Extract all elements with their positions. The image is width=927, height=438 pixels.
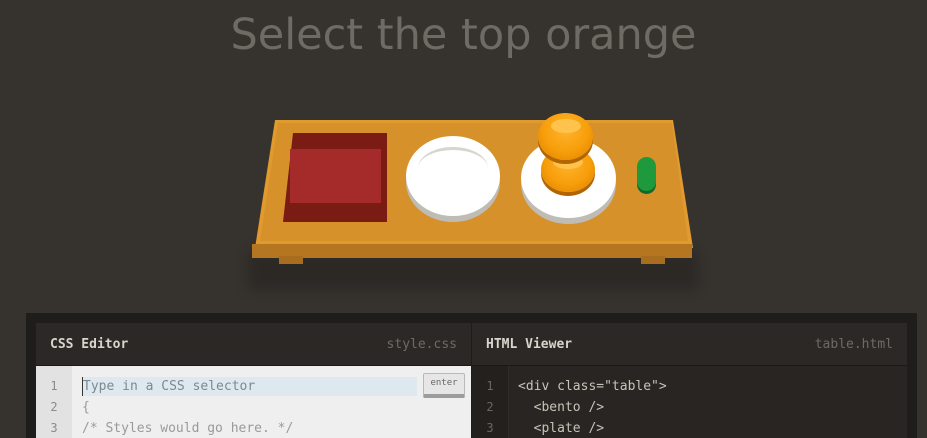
table-scene [0,0,927,300]
html-viewer-filename: table.html [814,337,893,352]
css-code-line: /* Styles would go here. */ [82,421,294,436]
bento-box-inner [290,149,381,203]
pickle [637,157,656,191]
css-editor-title: CSS Editor [50,337,129,352]
line-number: 3 [50,421,58,435]
line-number: 2 [50,400,58,414]
plate-rim [418,147,488,190]
html-code-line[interactable]: <plate /> [518,421,604,436]
enter-button[interactable]: enter [423,373,465,398]
line-number: 1 [486,379,494,393]
css-editor-filename: style.css [386,337,457,352]
html-code-line[interactable]: <bento /> [518,400,604,415]
html-viewer-header: HTML Viewer table.html [472,323,907,366]
orange-top-highlight [551,119,581,133]
html-code-line[interactable]: <div class="table"> [518,379,667,394]
line-number: 2 [486,400,494,414]
line-number: 3 [486,421,494,435]
css-editor-header: CSS Editor style.css [36,323,471,366]
css-code-line: { [82,400,90,415]
table-leg-right [641,256,665,264]
css-selector-input[interactable] [82,377,417,396]
line-number: 1 [50,379,58,393]
html-viewer-title: HTML Viewer [486,337,573,352]
table-leg-left [279,256,303,264]
table-edge [252,244,692,258]
html-viewer: HTML Viewer table.html 1 2 3 <div class=… [472,323,907,438]
css-editor: CSS Editor style.css 1 2 3 enter { /* St… [36,323,471,438]
